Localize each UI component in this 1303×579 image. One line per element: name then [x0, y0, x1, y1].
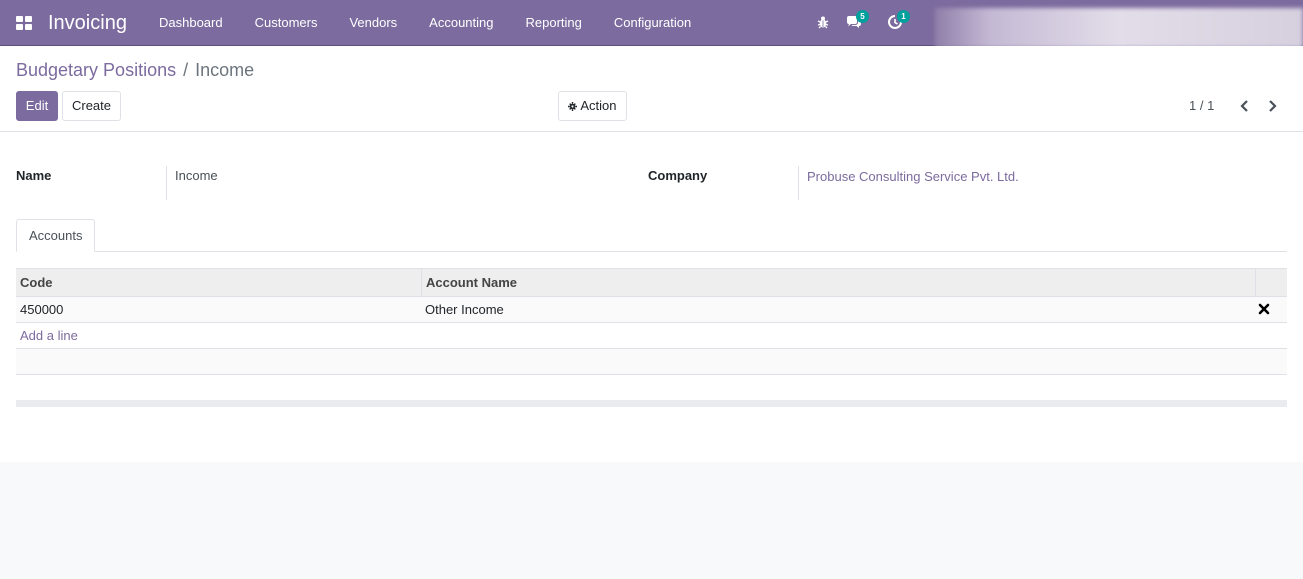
apps-menu-icon[interactable] — [16, 16, 32, 30]
tab-accounts[interactable]: Accounts — [16, 219, 96, 252]
cell-code[interactable]: 450000 — [16, 297, 63, 322]
name-value: Income — [175, 168, 218, 183]
table-row[interactable]: 450000 Other Income — [16, 297, 1287, 323]
breadcrumb-parent[interactable]: Budgetary Positions — [16, 60, 176, 80]
horizontal-scrollbar[interactable] — [16, 400, 1287, 407]
form-sheet: Name Income Company Probuse Consulting S… — [0, 132, 1303, 462]
company-link[interactable]: Probuse Consulting Service Pvt. Ltd. — [807, 169, 1019, 184]
menu-configuration[interactable]: Configuration — [598, 0, 707, 46]
add-line-cell: Add a line — [16, 323, 78, 348]
create-button[interactable]: Create — [62, 91, 121, 121]
messages-count-badge: 5 — [856, 10, 869, 23]
accounts-table: Code Account Name 450000 Other Income Ad… — [16, 268, 1287, 375]
delete-row-icon[interactable] — [1257, 302, 1271, 316]
add-line-row: Add a line — [16, 323, 1287, 349]
activities-count-badge: 1 — [897, 10, 910, 23]
menu-accounting[interactable]: Accounting — [413, 0, 509, 46]
user-menu[interactable] — [935, 8, 1303, 48]
top-navbar: Invoicing Dashboard Customers Vendors Ac… — [0, 0, 1303, 48]
app-title[interactable]: Invoicing — [48, 10, 127, 36]
gear-icon — [568, 102, 578, 111]
pager-value[interactable]: 1 / 1 — [1189, 98, 1214, 113]
name-divider — [166, 166, 167, 200]
action-label: Action — [580, 98, 617, 113]
activities-clock-icon[interactable]: 1 — [887, 10, 910, 30]
pager-next-button[interactable] — [1263, 96, 1281, 116]
debug-bug-icon[interactable] — [815, 14, 831, 30]
company-divider — [798, 166, 799, 200]
main-menu: Dashboard Customers Vendors Accounting R… — [143, 0, 707, 46]
column-header-actions — [1255, 269, 1287, 297]
chevron-left-icon — [1240, 100, 1248, 112]
column-header-code[interactable]: Code — [16, 269, 421, 297]
column-header-account-name[interactable]: Account Name — [421, 269, 1255, 297]
company-label: Company — [648, 168, 708, 183]
table-header: Code Account Name — [16, 268, 1287, 297]
action-dropdown-button[interactable]: Action — [558, 91, 627, 121]
empty-row — [16, 349, 1287, 375]
breadcrumb: Budgetary Positions / Income — [16, 59, 254, 81]
breadcrumb-current: Income — [195, 60, 255, 80]
add-line-link[interactable]: Add a line — [20, 328, 78, 343]
menu-vendors[interactable]: Vendors — [333, 0, 413, 46]
menu-reporting[interactable]: Reporting — [510, 0, 598, 46]
edit-button[interactable]: Edit — [16, 91, 58, 121]
name-label: Name — [16, 168, 52, 183]
breadcrumb-separator: / — [183, 60, 189, 80]
menu-customers[interactable]: Customers — [239, 0, 334, 46]
menu-dashboard[interactable]: Dashboard — [143, 0, 239, 46]
pager-previous-button[interactable] — [1236, 96, 1254, 116]
cell-account-name[interactable]: Other Income — [421, 297, 504, 322]
messages-icon[interactable]: 5 — [846, 10, 869, 30]
notebook-tabs: Accounts — [16, 219, 1287, 252]
control-panel: Budgetary Positions / Income Edit Create… — [0, 46, 1303, 132]
chevron-right-icon — [1269, 100, 1277, 112]
